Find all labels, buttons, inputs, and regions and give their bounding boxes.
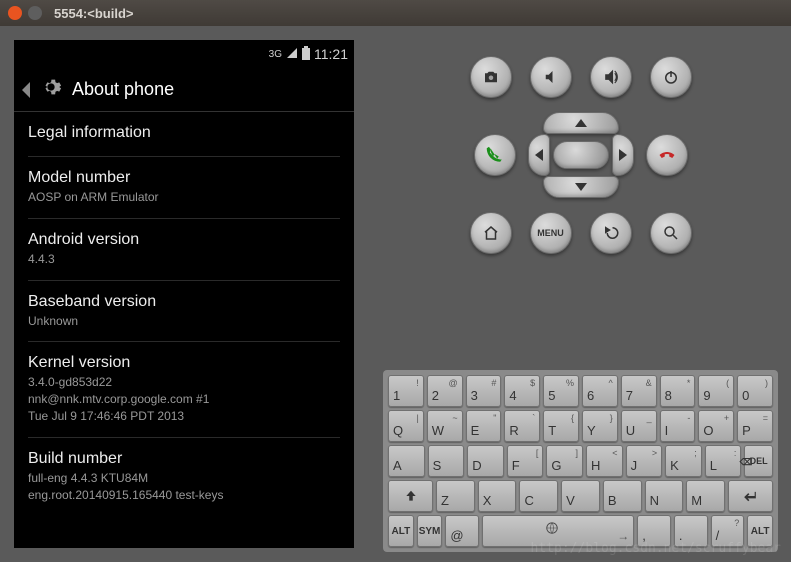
- settings-item[interactable]: Model number AOSP on ARM Emulator: [28, 157, 340, 219]
- settings-gear-icon[interactable]: [40, 76, 62, 103]
- key-at[interactable]: @: [445, 515, 479, 547]
- key-8[interactable]: 8*: [660, 375, 696, 407]
- settings-item[interactable]: Baseband version Unknown: [28, 281, 340, 343]
- key-2[interactable]: 2@: [427, 375, 463, 407]
- key-shift[interactable]: [388, 480, 433, 512]
- key-alt-right[interactable]: ALT: [747, 515, 773, 547]
- key-3[interactable]: 3#: [466, 375, 502, 407]
- key-p[interactable]: P=: [737, 410, 773, 442]
- settings-item-subtitle: Unknown: [28, 313, 340, 330]
- key-/[interactable]: /?: [711, 515, 745, 547]
- network-indicator: 3G: [269, 49, 282, 60]
- settings-item-title: Kernel version: [28, 354, 340, 372]
- key-b[interactable]: B: [603, 480, 642, 512]
- key-u[interactable]: U_: [621, 410, 657, 442]
- android-status-bar[interactable]: 3G 11:21: [14, 40, 354, 68]
- dpad-center-button[interactable]: [553, 141, 609, 169]
- settings-item-title: Baseband version: [28, 293, 340, 311]
- dpad-right-button[interactable]: [612, 134, 634, 176]
- key-e[interactable]: E": [466, 410, 502, 442]
- key-c[interactable]: C: [519, 480, 558, 512]
- key-.[interactable]: .: [674, 515, 708, 547]
- key-d[interactable]: D: [467, 445, 504, 477]
- emulator-screen-frame: 3G 11:21 About phone Legal information Mo…: [0, 26, 370, 562]
- key-alt-left[interactable]: ALT: [388, 515, 414, 547]
- settings-item-subtitle: 4.4.3: [28, 251, 340, 268]
- key-a[interactable]: A: [388, 445, 425, 477]
- key-q[interactable]: Q|: [388, 410, 424, 442]
- key-9[interactable]: 9(: [698, 375, 734, 407]
- key-4[interactable]: 4$: [504, 375, 540, 407]
- settings-item-title: Android version: [28, 231, 340, 249]
- key-7[interactable]: 7&: [621, 375, 657, 407]
- back-caret-icon[interactable]: [22, 82, 30, 98]
- window-title: 5554:<build>: [54, 6, 133, 21]
- dpad-up-button[interactable]: [543, 112, 619, 134]
- settings-item[interactable]: Build number full-eng 4.4.3 KTU84M eng.ro…: [28, 438, 340, 516]
- key-r[interactable]: R`: [504, 410, 540, 442]
- key-s[interactable]: S: [428, 445, 465, 477]
- key-1[interactable]: 1!: [388, 375, 424, 407]
- volume-down-button[interactable]: [530, 56, 572, 98]
- key-k[interactable]: K;: [665, 445, 702, 477]
- key-0[interactable]: 0): [737, 375, 773, 407]
- key-w[interactable]: W~: [427, 410, 463, 442]
- window-minimize-button[interactable]: [28, 6, 42, 20]
- key-j[interactable]: J>: [626, 445, 663, 477]
- key-y[interactable]: Y}: [582, 410, 618, 442]
- end-call-button[interactable]: [646, 134, 688, 176]
- settings-item[interactable]: Legal information: [28, 112, 340, 157]
- settings-item-subtitle: full-eng 4.4.3 KTU84M eng.root.20140915.…: [28, 470, 340, 504]
- settings-item-subtitle: AOSP on ARM Emulator: [28, 189, 340, 206]
- settings-list[interactable]: Legal information Model number AOSP on ARM…: [14, 112, 354, 515]
- volume-up-button[interactable]: [590, 56, 632, 98]
- signal-icon: [286, 47, 298, 62]
- key-t[interactable]: T{: [543, 410, 579, 442]
- window-titlebar: 5554:<build>: [0, 0, 791, 26]
- window-close-button[interactable]: [8, 6, 22, 20]
- battery-icon: [302, 46, 310, 63]
- key-enter[interactable]: [728, 480, 773, 512]
- emulator-controls: MENU 1!2@3#4$5%6^7&8*9(0) Q|W~E"R`T{Y}U_I…: [370, 26, 791, 562]
- key-delete[interactable]: DEL⌫: [744, 445, 773, 477]
- key-g[interactable]: G]: [546, 445, 583, 477]
- key-h[interactable]: H<: [586, 445, 623, 477]
- home-button[interactable]: [470, 212, 512, 254]
- key-6[interactable]: 6^: [582, 375, 618, 407]
- key-5[interactable]: 5%: [543, 375, 579, 407]
- key-x[interactable]: X: [478, 480, 517, 512]
- hardware-keyboard: 1!2@3#4$5%6^7&8*9(0) Q|W~E"R`T{Y}U_I-O+P=…: [383, 370, 778, 552]
- dpad-left-button[interactable]: [528, 134, 550, 176]
- key-v[interactable]: V: [561, 480, 600, 512]
- settings-item[interactable]: Kernel version 3.4.0-gd853d22 nnk@nnk.mtv…: [28, 342, 340, 437]
- key-sym[interactable]: SYM: [417, 515, 443, 547]
- settings-item-title: Legal information: [28, 124, 340, 142]
- clock: 11:21: [314, 46, 348, 62]
- settings-item-subtitle: 3.4.0-gd853d22 nnk@nnk.mtv.corp.google.c…: [28, 374, 340, 424]
- action-bar: About phone: [14, 68, 354, 112]
- power-button[interactable]: [650, 56, 692, 98]
- settings-item-title: Build number: [28, 450, 340, 468]
- key-o[interactable]: O+: [698, 410, 734, 442]
- key-n[interactable]: N: [645, 480, 684, 512]
- key-f[interactable]: F[: [507, 445, 544, 477]
- key-space[interactable]: →: [482, 515, 634, 547]
- menu-button[interactable]: MENU: [530, 212, 572, 254]
- page-title: About phone: [72, 79, 174, 100]
- key-l[interactable]: L:: [705, 445, 742, 477]
- settings-item-title: Model number: [28, 169, 340, 187]
- key-z[interactable]: Z: [436, 480, 475, 512]
- key-m[interactable]: M: [686, 480, 725, 512]
- key-,[interactable]: ,: [637, 515, 671, 547]
- phone-screen[interactable]: 3G 11:21 About phone Legal information Mo…: [14, 40, 354, 548]
- back-button[interactable]: [590, 212, 632, 254]
- key-i[interactable]: I-: [660, 410, 696, 442]
- search-button[interactable]: [650, 212, 692, 254]
- camera-button[interactable]: [470, 56, 512, 98]
- dpad-down-button[interactable]: [543, 176, 619, 198]
- settings-item[interactable]: Android version 4.4.3: [28, 219, 340, 281]
- call-button[interactable]: [474, 134, 516, 176]
